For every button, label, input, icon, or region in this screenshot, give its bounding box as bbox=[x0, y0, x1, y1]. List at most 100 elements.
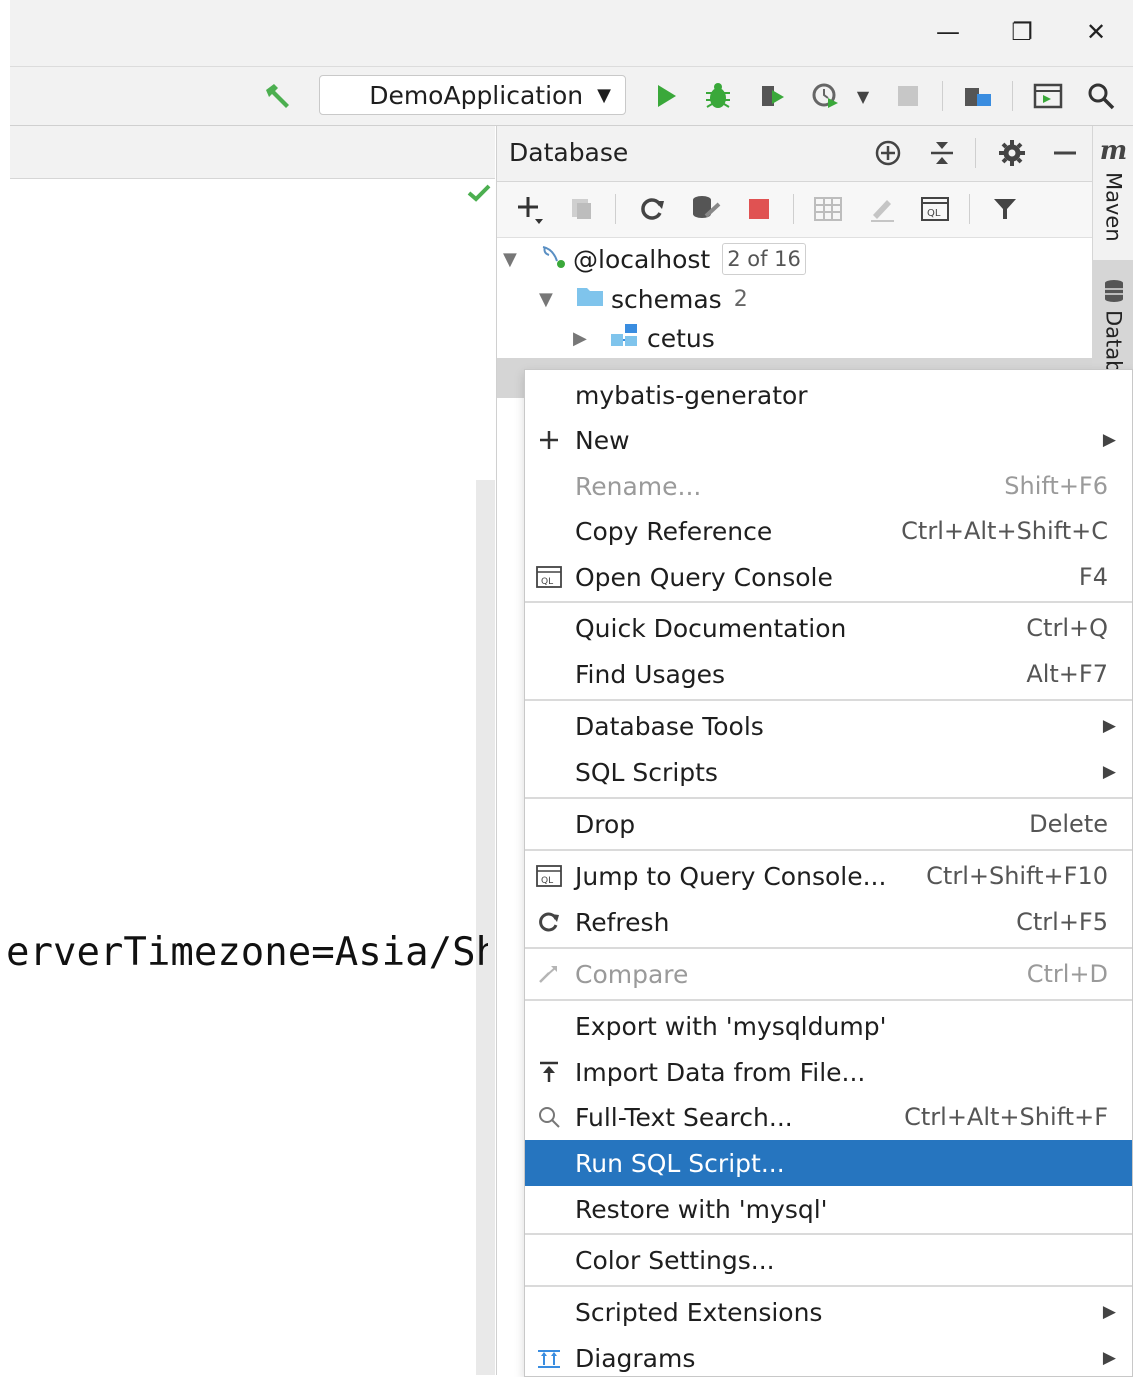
db-properties-icon[interactable] bbox=[689, 192, 723, 226]
panel-title: Database bbox=[509, 138, 629, 167]
project-structure-icon[interactable] bbox=[960, 79, 996, 113]
menu-separator bbox=[525, 1285, 1132, 1287]
gear-icon[interactable] bbox=[995, 136, 1029, 170]
editor-tab-bar bbox=[10, 126, 495, 179]
run-configuration-select[interactable]: DemoApplication ▼ bbox=[319, 75, 626, 115]
terminal-window-icon[interactable] bbox=[1030, 79, 1066, 113]
database-toolbar: QL bbox=[497, 182, 1093, 238]
ql-console-icon[interactable]: QL bbox=[918, 192, 952, 226]
header-separator bbox=[975, 138, 976, 168]
menu-item-import-data[interactable]: Import Data from File... bbox=[525, 1049, 1132, 1095]
menu-item-shortcut: Ctrl+F5 bbox=[1016, 908, 1108, 936]
menu-item-label: Copy Reference bbox=[575, 516, 773, 546]
database-tab[interactable]: Datab bbox=[1093, 260, 1133, 380]
tree-node-localhost[interactable]: ▼ @localhost 2 of 16 bbox=[503, 240, 806, 278]
profile-dropdown-icon[interactable]: ▼ bbox=[845, 79, 881, 113]
mysql-dolphin-icon bbox=[539, 243, 573, 275]
close-button[interactable]: ✕ bbox=[1076, 14, 1116, 50]
menu-item-diagrams[interactable]: Diagrams ▶ bbox=[525, 1335, 1132, 1376]
menu-item-label: Export with 'mysqldump' bbox=[575, 1011, 887, 1041]
submenu-arrow-icon: ▶ bbox=[1102, 762, 1116, 782]
menu-item-label: Find Usages bbox=[575, 659, 726, 689]
menu-item-label: New bbox=[575, 425, 630, 455]
menu-item-restore-mysql[interactable]: Restore with 'mysql' bbox=[525, 1186, 1132, 1232]
tree-node-cetus[interactable]: ▶ cetus bbox=[573, 319, 715, 357]
toolbar-separator bbox=[942, 81, 943, 111]
folder-icon bbox=[575, 284, 611, 314]
menu-item-full-text-search[interactable]: Full-Text Search... Ctrl+Alt+Shift+F bbox=[525, 1094, 1132, 1140]
menu-item-label: Jump to Query Console... bbox=[575, 861, 887, 891]
menu-item-label: Drop bbox=[575, 809, 636, 839]
coverage-icon[interactable] bbox=[753, 79, 789, 113]
add-plus-icon[interactable] bbox=[513, 192, 547, 226]
toolbar-separator bbox=[969, 194, 970, 224]
menu-item-label: Color Settings... bbox=[575, 1245, 775, 1275]
menu-item-shortcut: Delete bbox=[1029, 810, 1108, 838]
maven-tab-label: Maven bbox=[1101, 172, 1126, 242]
menu-item-new[interactable]: New ▶ bbox=[525, 417, 1132, 463]
refresh-icon[interactable] bbox=[635, 192, 669, 226]
menu-separator bbox=[525, 797, 1132, 799]
editor-scrollbar[interactable] bbox=[476, 480, 495, 1375]
menu-item-label: Import Data from File... bbox=[575, 1057, 866, 1087]
menu-item-find-usages[interactable]: Find Usages Alt+F7 bbox=[525, 651, 1132, 697]
code-line: erverTimezone=Asia/Sh bbox=[6, 930, 488, 975]
menu-item-export-mysqldump[interactable]: Export with 'mysqldump' bbox=[525, 1003, 1132, 1049]
tree-node-schemas[interactable]: ▼ schemas 2 bbox=[539, 280, 748, 318]
ql-console-icon: QL bbox=[536, 564, 562, 590]
schema-label: cetus bbox=[647, 323, 715, 353]
build-hammer-icon[interactable] bbox=[260, 79, 296, 113]
menu-item-rename[interactable]: Rename... Shift+F6 bbox=[525, 463, 1132, 509]
debug-bug-icon[interactable] bbox=[700, 79, 736, 113]
database-panel-header: Database bbox=[497, 126, 1093, 182]
menu-item-label: Quick Documentation bbox=[575, 613, 847, 643]
menu-item-jump-to-query-console[interactable]: QL Jump to Query Console... Ctrl+Shift+F… bbox=[525, 853, 1132, 899]
table-grid-icon bbox=[811, 192, 845, 226]
title-bar: — ❐ ✕ bbox=[10, 0, 1133, 67]
menu-item-open-query-console[interactable]: QL Open Query Console F4 bbox=[525, 554, 1132, 600]
menu-item-copy-reference[interactable]: Copy Reference Ctrl+Alt+Shift+C bbox=[525, 508, 1132, 554]
collapsed-arrow-icon[interactable]: ▶ bbox=[573, 328, 593, 349]
menu-item-quick-documentation[interactable]: Quick Documentation Ctrl+Q bbox=[525, 605, 1132, 651]
restore-button[interactable]: ❐ bbox=[1002, 14, 1042, 50]
schemas-count: 2 bbox=[733, 286, 748, 312]
search-icon[interactable] bbox=[1083, 79, 1119, 113]
menu-item-shortcut: Alt+F7 bbox=[1026, 660, 1108, 688]
menu-item-color-settings[interactable]: Color Settings... bbox=[525, 1237, 1132, 1283]
hide-panel-minus-icon[interactable] bbox=[1048, 136, 1082, 170]
menu-separator bbox=[525, 601, 1132, 603]
context-menu: mybatis-generator New ▶ Rename... Shift+… bbox=[524, 369, 1133, 1377]
menu-item-label: Restore with 'mysql' bbox=[575, 1194, 828, 1224]
menu-item-label: Database Tools bbox=[575, 711, 764, 741]
menu-item-sql-scripts[interactable]: SQL Scripts ▶ bbox=[525, 749, 1132, 795]
menu-item-label: Rename... bbox=[575, 471, 702, 501]
locate-crosshair-icon[interactable] bbox=[871, 136, 905, 170]
maven-tab[interactable]: m Maven bbox=[1093, 136, 1133, 242]
menu-item-database-tools[interactable]: Database Tools ▶ bbox=[525, 703, 1132, 749]
menu-item-compare[interactable]: Compare Ctrl+D bbox=[525, 951, 1132, 997]
expanded-arrow-icon[interactable]: ▼ bbox=[539, 289, 559, 310]
profile-icon[interactable] bbox=[808, 79, 844, 113]
stop-icon[interactable] bbox=[890, 79, 926, 113]
menu-item-drop[interactable]: Drop Delete bbox=[525, 801, 1132, 847]
search-icon bbox=[536, 1104, 562, 1130]
menu-item-run-sql-script[interactable]: Run SQL Script... bbox=[525, 1140, 1132, 1186]
collapse-all-icon[interactable] bbox=[925, 136, 959, 170]
database-tab-label: Datab bbox=[1101, 310, 1126, 374]
filter-funnel-icon[interactable] bbox=[988, 192, 1022, 226]
submenu-arrow-icon: ▶ bbox=[1102, 1302, 1116, 1322]
menu-item-label: Full-Text Search... bbox=[575, 1102, 793, 1132]
menu-item-label: Compare bbox=[575, 959, 689, 989]
menu-item-shortcut: Shift+F6 bbox=[1004, 472, 1108, 500]
minimize-button[interactable]: — bbox=[928, 14, 968, 50]
menu-item-label: Refresh bbox=[575, 907, 670, 937]
menu-item-scripted-extensions[interactable]: Scripted Extensions ▶ bbox=[525, 1289, 1132, 1335]
menu-item-refresh[interactable]: Refresh Ctrl+F5 bbox=[525, 899, 1132, 945]
code-editor[interactable] bbox=[10, 179, 495, 1375]
menu-item-shortcut: Ctrl+Alt+Shift+C bbox=[901, 517, 1108, 545]
menu-header-label: mybatis-generator bbox=[575, 380, 808, 410]
stop-red-icon[interactable] bbox=[742, 192, 776, 226]
expanded-arrow-icon[interactable]: ▼ bbox=[503, 249, 523, 270]
run-icon[interactable] bbox=[648, 79, 684, 113]
svg-text:QL: QL bbox=[541, 876, 553, 886]
